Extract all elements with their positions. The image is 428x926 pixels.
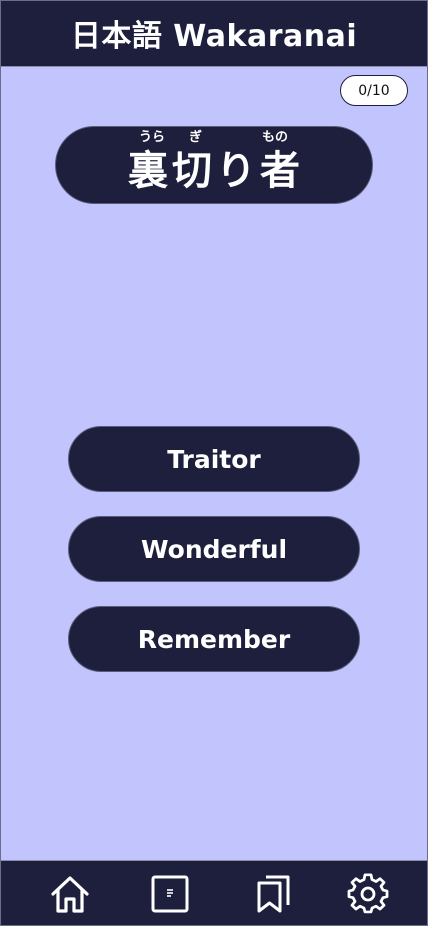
furigana-mono: もの [262,130,289,145]
answer-button-wonderful[interactable]: Wonderful [68,516,360,582]
bottom-navigation [0,860,428,926]
kanji-char: り [216,148,256,194]
answer-button-remember[interactable]: Remember [68,606,360,672]
kanji-char: 切 [172,148,212,194]
nav-bookmarks-button[interactable] [251,871,297,917]
furigana-ura: うら [139,130,166,145]
app-title: 日本語 Wakaranai [70,19,358,54]
progress-badge: 0/10 [340,75,408,106]
answer-button-traitor[interactable]: Traitor [68,426,360,492]
notes-icon [151,875,189,913]
word-card: うら ぎ もの 裏 切 り 者 [55,126,373,204]
kanji-char: 者 [260,148,300,194]
kanji-char: 裏 [128,148,168,194]
gear-icon [347,873,389,914]
app-header: 日本語 Wakaranai [0,0,428,67]
kanji-word: 裏 切 り 者 [56,149,372,193]
furigana-gi: ぎ [189,130,203,145]
bookmarks-icon [257,875,290,913]
nav-notes-button[interactable] [147,871,193,917]
home-icon [51,876,89,913]
nav-settings-button[interactable] [345,871,391,917]
nav-home-button[interactable] [47,871,93,917]
